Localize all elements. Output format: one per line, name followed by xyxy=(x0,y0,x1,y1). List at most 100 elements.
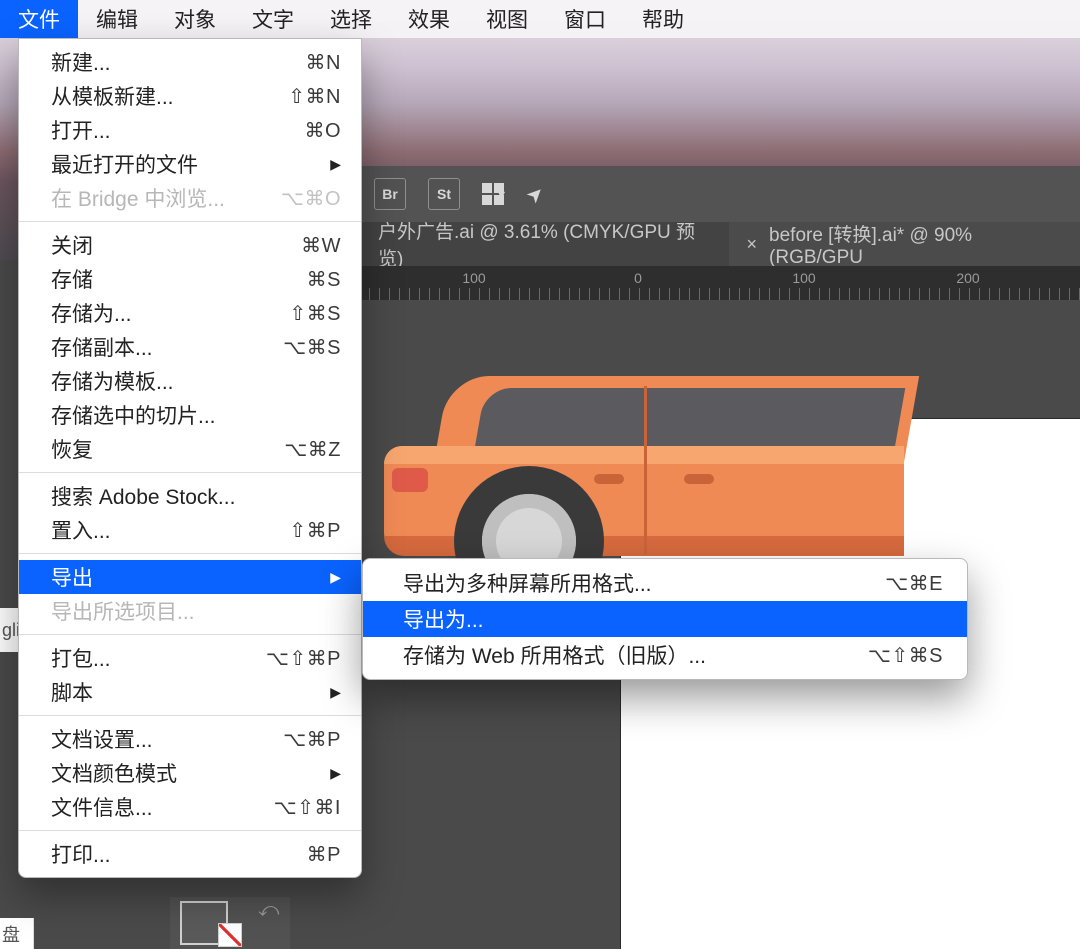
menu-select[interactable]: 选择 xyxy=(312,0,390,38)
menu-type[interactable]: 文字 xyxy=(234,0,312,38)
menu-item-shortcut: ⌥⌘P xyxy=(283,727,341,752)
menu-item-shortcut: ⇧⌘P xyxy=(289,518,341,543)
menu-item[interactable]: 存储副本... ⌥⌘S xyxy=(19,330,361,364)
submenu-arrow-icon: ▶ xyxy=(330,765,341,782)
submenu-item-shortcut: ⌥⌘E xyxy=(885,571,943,596)
menu-item[interactable]: 导出 ▶ xyxy=(19,560,361,594)
tab-label: 户外广告.ai @ 3.61% (CMYK/GPU 预览) xyxy=(378,217,711,271)
menu-separator xyxy=(19,221,361,222)
menu-item-shortcut: ⌥⌘O xyxy=(281,186,341,211)
menu-item-shortcut: ⌥⇧⌘P xyxy=(266,646,341,671)
menu-item[interactable]: 新建...⌘N xyxy=(19,45,361,79)
menu-item-label: 存储选中的切片... xyxy=(51,400,216,430)
submenu-item[interactable]: 存储为 Web 所用格式（旧版）... ⌥⇧⌘S xyxy=(363,637,967,673)
menu-item-label: 搜索 Adobe Stock... xyxy=(51,481,235,511)
app-toolbar: Br St ▾ ➤ xyxy=(360,166,1080,222)
menu-window[interactable]: 窗口 xyxy=(546,0,624,38)
menu-item-shortcut: ⌘P xyxy=(307,842,341,867)
submenu-arrow-icon: ▶ xyxy=(330,684,341,701)
submenu-item-shortcut: ⌥⇧⌘S xyxy=(868,643,943,668)
menu-item[interactable]: 关闭 ⌘W xyxy=(19,228,361,262)
menu-item-label: 存储为... xyxy=(51,298,132,328)
menu-help[interactable]: 帮助 xyxy=(624,0,702,38)
menu-item[interactable]: 恢复⌥⌘Z xyxy=(19,432,361,466)
menu-item: 在 Bridge 中浏览... ⌥⌘O xyxy=(19,181,361,215)
menu-item[interactable]: 置入... ⇧⌘P xyxy=(19,513,361,547)
menu-item-label: 文件信息... xyxy=(51,792,153,822)
menu-item-shortcut: ⌘O xyxy=(304,118,341,143)
chevron-down-icon[interactable]: ▾ xyxy=(498,186,505,203)
car-illustration xyxy=(384,376,904,586)
submenu-arrow-icon: ▶ xyxy=(330,156,341,173)
menu-item-shortcut: ⇧⌘N xyxy=(288,84,341,109)
file-dropdown-menu: 新建...⌘N从模板新建...⇧⌘N打开...⌘O最近打开的文件 ▶ 在 Bridg… xyxy=(18,38,362,878)
menu-item-label: 存储副本... xyxy=(51,332,153,362)
menu-view[interactable]: 视图 xyxy=(468,0,546,38)
menu-item-shortcut: ⇧⌘S xyxy=(289,301,341,326)
menu-item[interactable]: 搜索 Adobe Stock... xyxy=(19,479,361,513)
menu-item[interactable]: 存储为... ⇧⌘S xyxy=(19,296,361,330)
menu-item-label: 存储 xyxy=(51,264,93,294)
tab-label: before [转换].ai* @ 90% (RGB/GPU xyxy=(769,220,1062,269)
stock-icon[interactable]: St xyxy=(428,178,460,210)
close-icon[interactable]: × xyxy=(747,234,758,255)
ruler-tick: 0 xyxy=(634,270,642,286)
menubar: 文件 编辑 对象 文字 选择 效果 视图 窗口 帮助 xyxy=(0,0,1080,38)
menu-file[interactable]: 文件 xyxy=(0,0,78,38)
menu-item-label: 恢复 xyxy=(51,434,93,464)
menu-item-label: 关闭 xyxy=(51,230,93,260)
stroke-swatch[interactable] xyxy=(218,923,242,947)
export-submenu: 导出为多种屏幕所用格式...⌥⌘E导出为...存储为 Web 所用格式（旧版）.… xyxy=(362,558,968,680)
menu-separator xyxy=(19,472,361,473)
menu-separator xyxy=(19,634,361,635)
menu-item[interactable]: 打开...⌘O xyxy=(19,113,361,147)
menu-item[interactable]: 打包... ⌥⇧⌘P xyxy=(19,641,361,675)
submenu-arrow-icon: ▶ xyxy=(330,569,341,586)
menu-item-shortcut: ⌘W xyxy=(301,233,341,258)
menu-edit[interactable]: 编辑 xyxy=(78,0,156,38)
menu-item[interactable]: 文档设置... ⌥⌘P xyxy=(19,722,361,756)
ruler-tick: 200 xyxy=(956,270,979,286)
menu-object[interactable]: 对象 xyxy=(156,0,234,38)
menu-effect[interactable]: 效果 xyxy=(390,0,468,38)
menu-item-label: 打包... xyxy=(51,643,111,673)
document-tab-1[interactable]: 户外广告.ai @ 3.61% (CMYK/GPU 预览) xyxy=(360,222,729,266)
menu-separator xyxy=(19,830,361,831)
menu-item[interactable]: 文档颜色模式 ▶ xyxy=(19,756,361,790)
menu-item-label: 在 Bridge 中浏览... xyxy=(51,183,225,213)
menu-separator xyxy=(19,715,361,716)
submenu-item-label: 导出为... xyxy=(403,604,484,634)
menu-item-shortcut: ⌥⌘S xyxy=(283,335,341,360)
submenu-item[interactable]: 导出为... xyxy=(363,601,967,637)
menu-item-label: 新建... xyxy=(51,47,111,77)
menu-item-shortcut: ⌘S xyxy=(307,267,341,292)
menu-item-label: 打印... xyxy=(51,839,111,869)
menu-item[interactable]: 打印... ⌘P xyxy=(19,837,361,871)
menu-item[interactable]: 从模板新建...⇧⌘N xyxy=(19,79,361,113)
menu-separator xyxy=(19,553,361,554)
menu-item-label: 文档设置... xyxy=(51,724,153,754)
document-tab-2[interactable]: × before [转换].ai* @ 90% (RGB/GPU xyxy=(729,222,1080,266)
menu-item: 导出所选项目... xyxy=(19,594,361,628)
submenu-item-label: 存储为 Web 所用格式（旧版）... xyxy=(403,640,706,670)
menu-item-label: 文档颜色模式 xyxy=(51,758,177,788)
ruler-tick: 100 xyxy=(792,270,815,286)
menu-item[interactable]: 最近打开的文件 ▶ xyxy=(19,147,361,181)
horizontal-ruler[interactable]: 100 0 100 200 xyxy=(360,266,1080,300)
menu-item-label: 导出 xyxy=(51,562,93,592)
bridge-icon[interactable]: Br xyxy=(374,178,406,210)
swap-fill-stroke-icon[interactable]: ⤺ xyxy=(258,899,279,922)
menu-item[interactable]: 存储选中的切片... xyxy=(19,398,361,432)
menu-item[interactable]: 存储 ⌘S xyxy=(19,262,361,296)
gpu-rocket-icon[interactable]: ➤ xyxy=(521,179,551,209)
submenu-item[interactable]: 导出为多种屏幕所用格式...⌥⌘E xyxy=(363,565,967,601)
menu-item-label: 导出所选项目... xyxy=(51,596,195,626)
menu-item[interactable]: 文件信息...⌥⇧⌘I xyxy=(19,790,361,824)
menu-item[interactable]: 存储为模板... xyxy=(19,364,361,398)
menu-item-label: 置入... xyxy=(51,515,111,545)
background-window-fragment: 盘 xyxy=(0,918,34,949)
menu-item[interactable]: 脚本▶ xyxy=(19,675,361,709)
ruler-tick: 100 xyxy=(462,270,485,286)
document-tab-bar: 户外广告.ai @ 3.61% (CMYK/GPU 预览) × before [… xyxy=(360,222,1080,266)
menu-item-label: 最近打开的文件 xyxy=(51,149,198,179)
